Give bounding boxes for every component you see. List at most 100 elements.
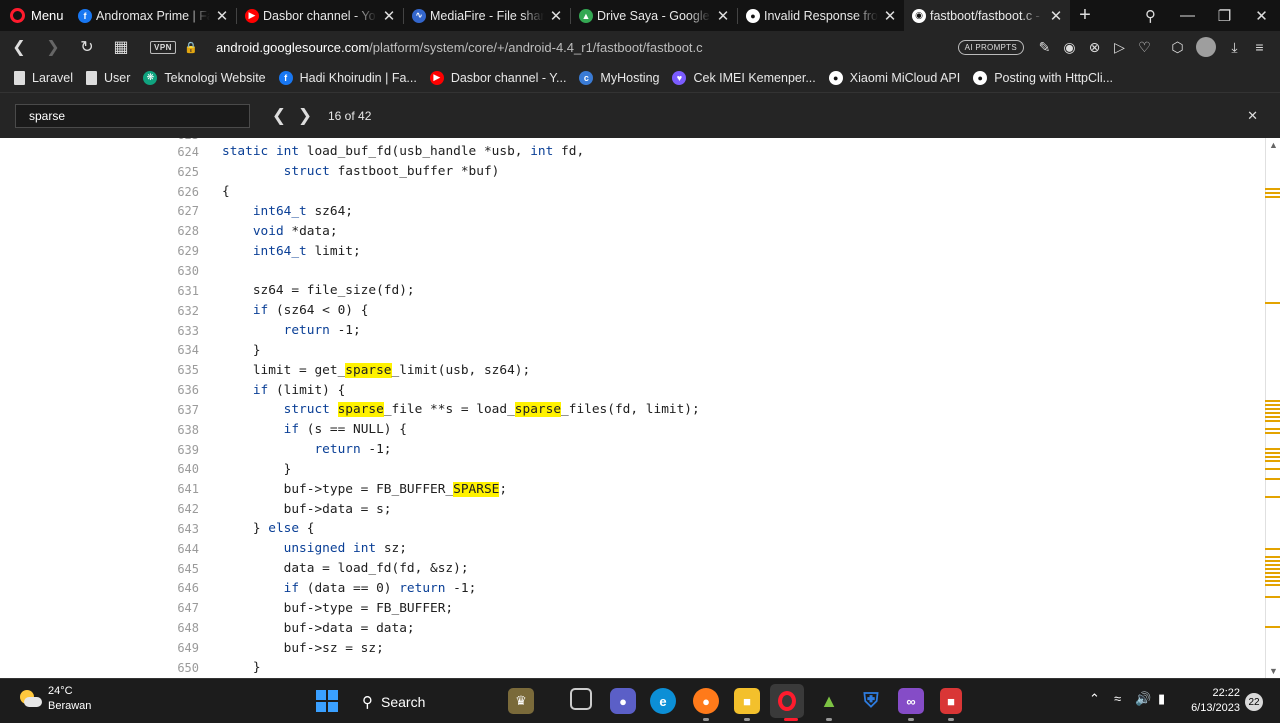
line-number[interactable]: 643 (0, 522, 199, 536)
android-emulator-icon[interactable]: ■ (940, 688, 962, 714)
line-number[interactable]: 648 (0, 621, 199, 635)
heart-icon[interactable]: ♡ (1132, 39, 1157, 56)
line-number[interactable]: 650 (0, 661, 199, 675)
line-number[interactable]: 623 (0, 138, 199, 142)
line-number[interactable]: 644 (0, 542, 199, 556)
send-icon[interactable]: ▷ (1107, 39, 1132, 56)
lock-icon[interactable]: 🔒 (184, 41, 198, 54)
forward-button[interactable]: ❯ (36, 37, 70, 57)
line-number[interactable]: 637 (0, 403, 199, 417)
taskbar-search[interactable]: ⚲ Search (352, 687, 492, 717)
tab-5[interactable]: ● Invalid Response from ✕ (738, 0, 904, 31)
scroll-up-arrow-icon[interactable]: ▲ (1266, 140, 1280, 150)
bookmark-item[interactable]: ● Posting with HttpCli... (973, 70, 1113, 85)
bookmark-item[interactable]: ❋ Teknologi Website (143, 70, 266, 85)
battery-icon[interactable]: ▮ (1158, 691, 1165, 707)
code-token: if (252, 303, 276, 319)
download-icon[interactable]: ⤓ (1222, 39, 1247, 56)
tabs-grid-icon[interactable]: ▦ (104, 37, 138, 57)
line-number[interactable]: 639 (0, 443, 199, 457)
line-number[interactable]: 642 (0, 502, 199, 516)
scrollbar-match-marker (1265, 548, 1280, 550)
profile-avatar[interactable] (1196, 37, 1216, 57)
edge-browser-icon[interactable]: e (650, 688, 676, 714)
minimize-button[interactable]: — (1169, 7, 1206, 24)
bookmark-item[interactable]: ♥ Cek IMEI Kemenper... (672, 70, 816, 85)
line-number[interactable]: 636 (0, 383, 199, 397)
camera-icon[interactable]: ◉ (1057, 39, 1082, 56)
volume-icon[interactable]: 🔊 (1135, 691, 1151, 707)
tab-close-icon[interactable]: ✕ (882, 7, 898, 25)
reload-button[interactable]: ↻ (70, 37, 104, 57)
line-number[interactable]: 627 (0, 204, 199, 218)
tab-close-icon[interactable]: ✕ (214, 7, 230, 25)
tab-close-icon[interactable]: ✕ (381, 7, 397, 25)
ai-prompts-button[interactable]: AI PROMPTS (957, 39, 1024, 55)
line-number[interactable]: 624 (0, 145, 199, 159)
easy-setup-icon[interactable]: ≡ (1247, 39, 1272, 55)
visual-studio-icon[interactable]: ∞ (898, 688, 924, 714)
line-number[interactable]: 634 (0, 343, 199, 357)
start-button[interactable] (316, 690, 338, 712)
line-number[interactable]: 630 (0, 264, 199, 278)
bookmark-item[interactable]: Laravel (14, 70, 73, 85)
task-view-icon[interactable] (570, 688, 592, 710)
line-number[interactable]: 641 (0, 482, 199, 496)
edit-icon[interactable]: ✎ (1032, 39, 1057, 56)
find-previous-button[interactable]: ❮ (266, 106, 292, 126)
line-number[interactable]: 645 (0, 562, 199, 576)
line-number[interactable]: 626 (0, 185, 199, 199)
tab-close-icon[interactable]: ✕ (715, 7, 731, 25)
bookmark-item[interactable]: ▶ Dasbor channel - Y... (429, 70, 566, 85)
tab-1[interactable]: f Andromax Prime | Face ✕ (70, 0, 236, 31)
bookmark-item[interactable]: f Hadi Khoirudin | Fa... (278, 70, 417, 85)
line-number[interactable]: 631 (0, 284, 199, 298)
line-number[interactable]: 628 (0, 224, 199, 238)
firefox-icon[interactable]: ● (693, 688, 719, 714)
restore-button[interactable]: ❐ (1206, 7, 1243, 25)
wifi-icon[interactable]: ≈ (1114, 691, 1121, 706)
notification-badge[interactable]: 22 (1245, 693, 1263, 711)
close-window-button[interactable]: ✕ (1243, 7, 1280, 25)
line-number[interactable]: 649 (0, 641, 199, 655)
extensions-cube-icon[interactable]: ⬡ (1165, 39, 1190, 56)
system-clock[interactable]: 22:22 6/13/2023 (1180, 686, 1240, 716)
bookmark-item[interactable]: ● Xiaomi MiCloud API (828, 70, 960, 85)
vpn-badge[interactable]: VPN (150, 40, 176, 54)
find-input[interactable]: sparse (15, 103, 250, 128)
find-next-button[interactable]: ❯ (292, 106, 318, 126)
bookmark-item[interactable]: User (86, 70, 130, 85)
line-number[interactable]: 633 (0, 324, 199, 338)
scroll-down-arrow-icon[interactable]: ▼ (1266, 666, 1280, 676)
back-button[interactable]: ❮ (2, 37, 36, 57)
tab-close-icon[interactable]: ✕ (1048, 7, 1064, 25)
teams-chat-icon[interactable]: ● (610, 688, 636, 714)
file-explorer-icon[interactable]: ■ (734, 688, 760, 714)
line-number[interactable]: 646 (0, 581, 199, 595)
find-close-icon[interactable]: ✕ (1247, 108, 1258, 124)
bookmark-item[interactable]: c MyHosting (579, 70, 659, 85)
new-tab-button[interactable]: + (1074, 4, 1096, 27)
tab-3[interactable]: ∿ MediaFire - File sharing ✕ (404, 0, 570, 31)
line-number[interactable]: 629 (0, 244, 199, 258)
game-app-icon[interactable]: ♛ (508, 688, 534, 714)
tab-2[interactable]: ▶ Dasbor channel - YouTu ✕ (237, 0, 403, 31)
line-number[interactable]: 638 (0, 423, 199, 437)
line-number[interactable]: 635 (0, 363, 199, 377)
tray-expand-icon[interactable]: ⌃ (1089, 691, 1100, 707)
tab-4[interactable]: ▲ Drive Saya - Google Dr ✕ (571, 0, 737, 31)
url-field[interactable]: android.googlesource.com/platform/system… (216, 40, 958, 55)
tab-close-icon[interactable]: ✕ (548, 7, 564, 25)
line-number[interactable]: 625 (0, 165, 199, 179)
tab-6[interactable]: ◉ fastboot/fastboot.c - pl ✕ (904, 0, 1070, 31)
line-number[interactable]: 640 (0, 462, 199, 476)
search-tabs-icon[interactable]: ⚲ (1132, 7, 1169, 25)
line-number[interactable]: 647 (0, 601, 199, 615)
opera-menu-button[interactable]: Menu (0, 0, 70, 31)
opera-browser-icon[interactable] (770, 684, 804, 718)
weather-widget[interactable]: 24°C Berawan (18, 684, 91, 714)
android-studio-icon[interactable]: ▲ (816, 688, 842, 714)
defender-shield-icon[interactable]: ⛨ (858, 688, 884, 714)
adblock-icon[interactable]: ⊗ (1082, 39, 1107, 56)
line-number[interactable]: 632 (0, 304, 199, 318)
